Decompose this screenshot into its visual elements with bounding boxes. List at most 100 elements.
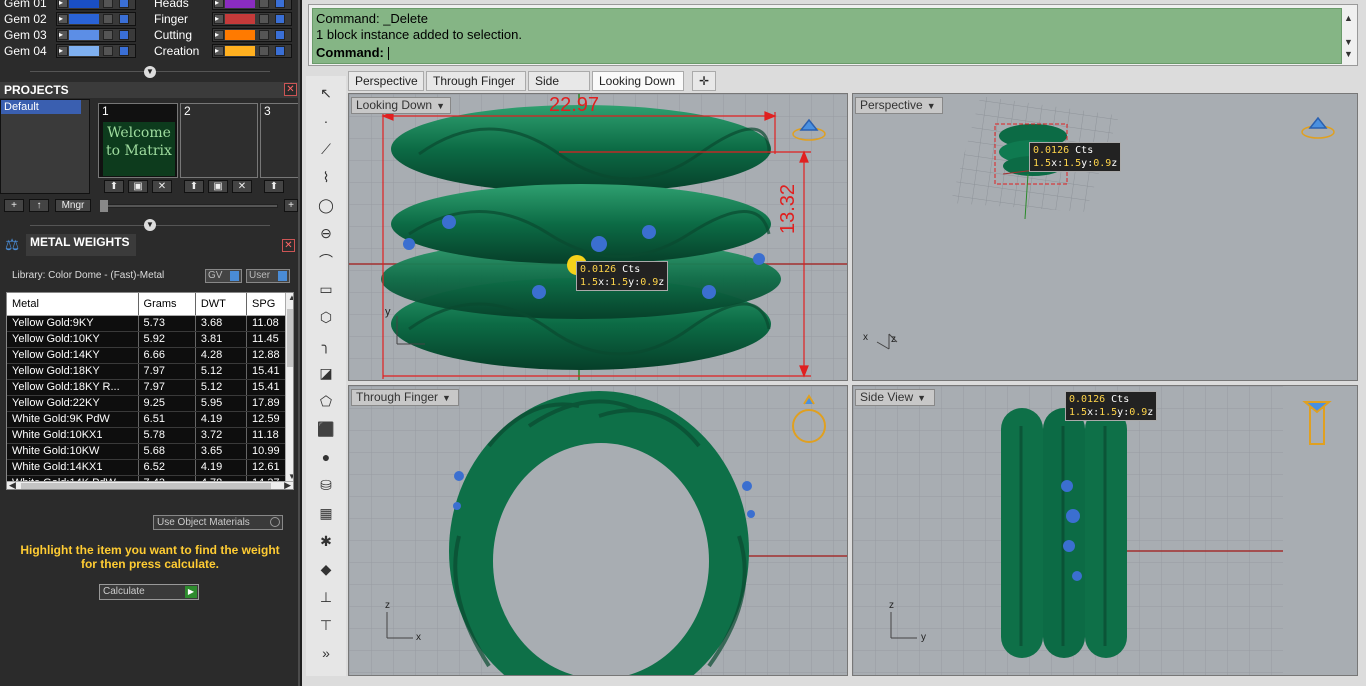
- viewport-label[interactable]: Through Finger ▼: [351, 389, 459, 406]
- viewport-tab[interactable]: Through Finger: [426, 71, 526, 91]
- polyline-icon[interactable]: ⟋: [314, 138, 338, 160]
- arc-icon[interactable]: ⌒: [314, 250, 338, 272]
- expand-icon[interactable]: ▸: [58, 14, 68, 24]
- point-icon[interactable]: ·: [314, 110, 338, 132]
- slot-delete-icon[interactable]: ✕: [232, 180, 252, 193]
- rectangle-icon[interactable]: ▭: [314, 278, 338, 300]
- scroll-up-icon[interactable]: ▲: [288, 293, 293, 302]
- layer-color-swatch[interactable]: [69, 30, 99, 40]
- column-header[interactable]: DWT: [195, 293, 248, 316]
- expand-icon[interactable]: ▸: [214, 30, 224, 40]
- viewport-tab[interactable]: Looking Down: [592, 71, 684, 91]
- table-row[interactable]: White Gold:14KX1 6.52 4.19 12.61: [7, 459, 288, 476]
- visibility-icon[interactable]: [119, 46, 129, 56]
- layer-controls[interactable]: ▸: [212, 44, 292, 58]
- mesh-icon[interactable]: ▦: [314, 502, 338, 524]
- layer-controls[interactable]: ▸: [56, 0, 136, 10]
- layer-color-swatch[interactable]: [225, 46, 255, 56]
- layer-row[interactable]: Gem 01 ▸: [0, 0, 140, 11]
- viewport-label[interactable]: Looking Down ▼: [351, 97, 451, 114]
- expand-icon[interactable]: ▸: [58, 30, 68, 40]
- expand-icon[interactable]: ▸: [58, 46, 68, 56]
- sphere-icon[interactable]: ●: [314, 446, 338, 468]
- layer-color-swatch[interactable]: [69, 14, 99, 24]
- gem-icon[interactable]: ◆: [314, 558, 338, 580]
- add-slot-icon[interactable]: +: [284, 199, 298, 212]
- layer-row[interactable]: Cutting ▸: [150, 27, 292, 43]
- layer-row[interactable]: Finger ▸: [150, 11, 292, 27]
- ellipse-icon[interactable]: ⊖: [314, 222, 338, 244]
- lock-icon[interactable]: [103, 0, 113, 8]
- slot-up-icon[interactable]: ⬆: [184, 180, 204, 193]
- polygon-icon[interactable]: ⬡: [314, 306, 338, 328]
- visibility-icon[interactable]: [119, 30, 129, 40]
- more-icon[interactable]: »: [314, 642, 338, 664]
- gear-icon[interactable]: ✱: [314, 530, 338, 552]
- layer-color-swatch[interactable]: [69, 46, 99, 56]
- viewport-tab[interactable]: Perspective: [348, 71, 424, 91]
- slider-handle[interactable]: [100, 200, 108, 212]
- layer-row[interactable]: Creation ▸: [150, 43, 292, 59]
- layer-color-swatch[interactable]: [69, 0, 99, 8]
- table-row[interactable]: White Gold:9K PdW 6.51 4.19 12.59: [7, 411, 288, 428]
- layer-controls[interactable]: ▸: [212, 0, 292, 10]
- viewport-through-finger[interactable]: z x Through Finger ▼: [348, 385, 848, 676]
- slot-save-icon[interactable]: ▣: [128, 180, 148, 193]
- lock-icon[interactable]: [103, 46, 113, 56]
- layer-controls[interactable]: ▸: [56, 28, 136, 42]
- table-row[interactable]: White Gold:10KX1 5.78 3.72 11.18: [7, 427, 288, 444]
- dimension-icon[interactable]: ⊤: [314, 614, 338, 636]
- command-scroll[interactable]: ▲ ▼ ▼: [1344, 12, 1354, 62]
- table-row[interactable]: Yellow Gold:14KY 6.66 4.28 12.88: [7, 347, 288, 364]
- box-icon[interactable]: ⬛: [314, 418, 338, 440]
- table-vscrollbar[interactable]: ▲ ▼: [285, 293, 293, 481]
- viewport-label[interactable]: Perspective ▼: [855, 97, 943, 114]
- command-input[interactable]: [387, 47, 389, 61]
- visibility-icon[interactable]: [119, 0, 129, 8]
- table-row[interactable]: Yellow Gold:18KY R... 7.97 5.12 15.41: [7, 379, 288, 396]
- add-tab-icon[interactable]: ✛: [692, 71, 716, 91]
- visibility-icon[interactable]: [275, 0, 285, 8]
- layer-controls[interactable]: ▸: [56, 12, 136, 26]
- table-row[interactable]: Yellow Gold:22KY 9.25 5.95 17.89: [7, 395, 288, 412]
- table-row[interactable]: Yellow Gold:10KY 5.92 3.81 11.45: [7, 331, 288, 348]
- expand-icon[interactable]: ▸: [58, 0, 68, 8]
- slot-slider[interactable]: [100, 204, 278, 208]
- lock-icon[interactable]: [259, 30, 269, 40]
- mngr-button[interactable]: Mngr: [55, 199, 91, 212]
- scroll-right-icon[interactable]: ▶: [284, 480, 291, 489]
- projects-list[interactable]: Default: [0, 99, 90, 194]
- slot-up-icon[interactable]: ⬆: [104, 180, 124, 193]
- use-object-materials-checkbox[interactable]: Use Object Materials: [153, 515, 283, 530]
- slot-up-icon[interactable]: ⬆: [264, 180, 284, 193]
- calculate-button[interactable]: Calculate ▶: [99, 584, 199, 600]
- viewport-looking-down[interactable]: 22.97 13.32 y Looking Down ▼ 0.0126 Cts 1.…: [348, 93, 848, 381]
- close-metal-weights-icon[interactable]: ✕: [282, 239, 295, 252]
- layer-row[interactable]: Heads ▸: [150, 0, 292, 11]
- viewport-perspective[interactable]: x z Perspective ▼ 0.0126 Cts 1.5x:1.5y:0.9…: [852, 93, 1358, 381]
- viewport-side-view[interactable]: z y Side View ▼ 0.0126 Cts 1.5x:1.5y:0.9z: [852, 385, 1358, 676]
- gv-toggle[interactable]: GV: [205, 269, 242, 283]
- visibility-icon[interactable]: [275, 14, 285, 24]
- lock-icon[interactable]: [103, 30, 113, 40]
- lock-icon[interactable]: [259, 46, 269, 56]
- visibility-icon[interactable]: [119, 14, 129, 24]
- project-slot-3[interactable]: 3: [260, 103, 298, 178]
- expand-icon[interactable]: ▸: [214, 46, 224, 56]
- cylinder-icon[interactable]: ⛁: [314, 474, 338, 496]
- metal-table[interactable]: Metal Grams DWT SPG Yellow Gold:9KY 5.73 3.68…: [6, 292, 294, 490]
- lock-icon[interactable]: [103, 14, 113, 24]
- layer-controls[interactable]: ▸: [56, 44, 136, 58]
- expand-icon[interactable]: ▸: [214, 14, 224, 24]
- fillet-icon[interactable]: ╮: [314, 334, 338, 356]
- slot-save-icon[interactable]: ▣: [208, 180, 228, 193]
- close-projects-icon[interactable]: ✕: [284, 83, 297, 96]
- expand-icon[interactable]: ▸: [214, 0, 224, 8]
- command-area[interactable]: Command: _Delete 1 block instance added …: [312, 8, 1342, 64]
- add-project-icon[interactable]: +: [4, 199, 24, 212]
- scroll-left-icon[interactable]: ◀: [9, 480, 16, 489]
- surface-icon[interactable]: ◪: [314, 362, 338, 384]
- transform-icon[interactable]: ⊥: [314, 586, 338, 608]
- loft-icon[interactable]: ⬠: [314, 390, 338, 412]
- collapse-caret-icon[interactable]: ▼: [144, 219, 156, 231]
